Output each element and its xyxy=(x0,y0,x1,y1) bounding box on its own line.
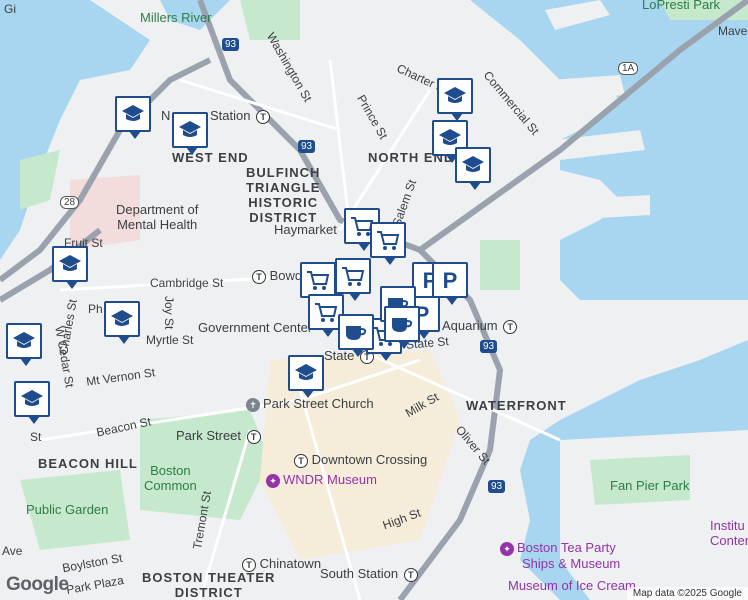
i93-shield: 93 xyxy=(298,140,316,153)
map-attribution[interactable]: Map data ©2025 Google xyxy=(626,587,748,600)
shopping-cart-icon xyxy=(376,229,400,251)
i93-shield: 93 xyxy=(480,340,498,353)
grocery-marker[interactable] xyxy=(335,258,371,301)
school-marker[interactable] xyxy=(104,301,140,344)
mbta-icon: T xyxy=(246,429,261,444)
mbta-icon: T xyxy=(503,319,518,334)
school-marker[interactable] xyxy=(455,147,491,190)
church-icon: ✝ xyxy=(246,397,260,412)
haymarket-label: Haymarket xyxy=(274,222,337,237)
i93-shield: 93 xyxy=(488,480,506,493)
ave-label: Ave xyxy=(2,544,23,558)
west-end-label: WEST END xyxy=(172,150,249,165)
shopping-cart-icon xyxy=(341,265,365,287)
school-marker[interactable] xyxy=(115,96,151,139)
school-icon xyxy=(110,308,134,330)
boston-theater-district-label: BOSTON THEATER DISTRICT xyxy=(142,570,276,600)
station-label: Station T xyxy=(210,108,271,124)
public-garden-label: Public Garden xyxy=(26,502,109,517)
coffee-cup-icon xyxy=(390,313,414,335)
school-icon xyxy=(443,85,467,107)
school-icon xyxy=(12,330,36,352)
park-area xyxy=(20,150,60,210)
downtown-crossing-label: T Downtown Crossing xyxy=(292,452,427,468)
parking-marker[interactable]: P xyxy=(432,262,468,305)
shopping-cart-icon xyxy=(306,269,330,291)
bulfinch-label: BULFINCH TRIANGLE HISTORIC DISTRICT xyxy=(246,165,321,225)
school-marker[interactable] xyxy=(288,355,324,398)
school-icon xyxy=(20,388,44,410)
route-28-shield: 28 xyxy=(60,196,80,209)
ice-cream-museum-label: Museum of Ice Cream xyxy=(508,578,636,593)
fan-pier-park-label: Fan Pier Park xyxy=(610,478,690,493)
school-marker[interactable] xyxy=(14,381,50,424)
google-logo: Google xyxy=(6,574,69,595)
joy-st-label: Joy St xyxy=(162,296,176,330)
museum-icon: ✦ xyxy=(266,473,280,488)
park-street-label: Park Street T xyxy=(176,428,261,444)
seaport-land xyxy=(560,430,748,600)
bowdoin-label: T Bowd xyxy=(250,268,302,284)
grocery-marker[interactable] xyxy=(370,222,406,265)
dept-mental-health-label: Department of Mental Health xyxy=(116,202,199,232)
government-center-label: Government Center xyxy=(198,320,313,335)
i93-shield: 93 xyxy=(222,38,240,51)
grocery-marker[interactable] xyxy=(300,262,336,305)
institute-label: Institu Conten xyxy=(710,518,748,548)
south-station-label: South Station T xyxy=(320,566,418,582)
shopping-cart-icon xyxy=(314,301,338,323)
cafe-marker[interactable] xyxy=(338,314,374,357)
school-icon xyxy=(58,253,82,275)
mave-label: Mave xyxy=(718,24,748,38)
route-1a-shield: 1A xyxy=(618,62,639,75)
school-icon xyxy=(438,127,462,149)
park-area xyxy=(480,240,520,290)
school-marker[interactable] xyxy=(437,78,473,121)
school-marker[interactable] xyxy=(172,112,208,155)
cafe-marker[interactable] xyxy=(384,306,420,349)
mbta-icon: T xyxy=(403,567,418,582)
n-station-label: N xyxy=(161,108,171,123)
map-canvas[interactable] xyxy=(0,0,748,600)
school-icon xyxy=(178,119,202,141)
gi-label: Gi xyxy=(4,2,16,16)
millers-river-label: Millers River xyxy=(140,10,212,25)
aquarium-label: Aquarium T xyxy=(442,318,518,334)
museum-icon: ✦ xyxy=(500,541,514,556)
cambridge-st-label: Cambridge St xyxy=(150,276,224,290)
svg-text:P: P xyxy=(443,269,458,291)
school-marker[interactable] xyxy=(52,246,88,289)
school-icon xyxy=(294,362,318,384)
mbta-icon: T xyxy=(252,269,266,284)
coffee-cup-icon xyxy=(344,321,368,343)
myrtle-st-label: Myrtle St xyxy=(146,333,194,347)
parking-icon: P xyxy=(438,269,462,291)
lopresti-park-label: LoPresti Park xyxy=(642,0,721,12)
wndr-museum-label: ✦ WNDR Museum xyxy=(266,472,377,488)
school-icon xyxy=(461,154,485,176)
school-marker[interactable] xyxy=(6,323,42,366)
waterfront-label: WATERFRONT xyxy=(466,398,567,413)
ph-label: Ph xyxy=(88,302,103,316)
boston-common-label: Boston Common xyxy=(144,463,197,493)
school-icon xyxy=(121,103,145,125)
st-label: St xyxy=(30,430,42,444)
mbta-icon: T xyxy=(294,453,308,468)
beacon-hill-label: BEACON HILL xyxy=(38,456,138,471)
park-street-church-label: ✝ Park Street Church xyxy=(246,396,374,412)
mbta-icon: T xyxy=(256,109,271,124)
tea-party-label: ✦ Boston Tea Party Ships & Museum xyxy=(500,540,620,571)
